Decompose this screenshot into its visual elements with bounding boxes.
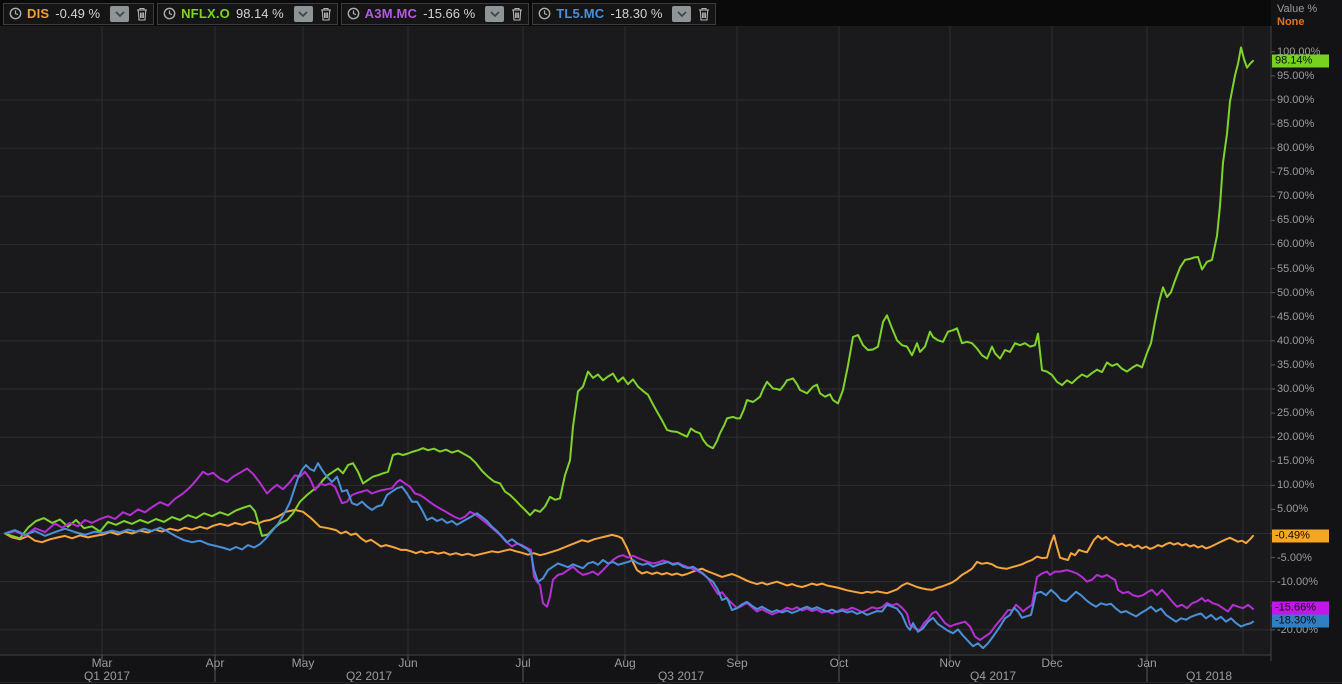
month-label: Nov xyxy=(939,656,961,670)
quarter-label: Q4 2017 xyxy=(969,669,1017,683)
last-value-badge-DIS: -0.49% xyxy=(1272,529,1329,543)
price-chart[interactable] xyxy=(0,0,1342,684)
y-tick-label: 15.00% xyxy=(1277,455,1315,468)
month-label: Jan xyxy=(1137,656,1157,670)
y-axis-title: Value % xyxy=(1277,3,1318,15)
y-tick-label: 40.00% xyxy=(1277,334,1315,347)
y-tick-label: 10.00% xyxy=(1277,479,1315,492)
y-tick-label: 65.00% xyxy=(1277,214,1315,227)
month-label: Sep xyxy=(726,656,748,670)
month-label: Aug xyxy=(614,656,636,670)
y-tick-label: 95.00% xyxy=(1277,69,1315,82)
quarter-label: Q3 2017 xyxy=(657,669,705,683)
month-label: Oct xyxy=(829,656,849,670)
y-tick-label: 75.00% xyxy=(1277,166,1315,179)
last-value-badge-NFLX.O: 98.14% xyxy=(1272,54,1329,68)
y-tick-label: 25.00% xyxy=(1277,407,1315,420)
last-value-badge-A3M.MC: -15.66% xyxy=(1272,601,1329,615)
quarter-label: Q1 2017 xyxy=(83,669,131,683)
y-tick-label: 80.00% xyxy=(1277,142,1315,155)
y-tick-label: -5.00% xyxy=(1277,551,1312,564)
y-tick-label: 30.00% xyxy=(1277,382,1315,395)
quarter-label: Q2 2017 xyxy=(345,669,393,683)
month-label: Jun xyxy=(398,656,418,670)
y-tick-label: 20.00% xyxy=(1277,431,1315,444)
y-tick-label: 5.00% xyxy=(1277,503,1309,516)
month-label: May xyxy=(291,656,315,670)
y-tick-label: 50.00% xyxy=(1277,286,1315,299)
last-value-badge-TL5.MC: -18.30% xyxy=(1272,614,1329,628)
month-label: Apr xyxy=(205,656,225,670)
month-label: Dec xyxy=(1041,656,1063,670)
y-tick-label: 90.00% xyxy=(1277,93,1315,106)
y-tick-label: 45.00% xyxy=(1277,310,1315,323)
month-label: Jul xyxy=(515,656,531,670)
quarter-label: Q1 2018 xyxy=(1185,669,1233,683)
y-tick-label: -10.00% xyxy=(1277,575,1318,588)
y-tick-label: 60.00% xyxy=(1277,238,1315,251)
series-line-TL5.MC[interactable] xyxy=(4,462,1254,650)
series-line-DIS[interactable] xyxy=(4,508,1254,595)
y-axis-subtitle[interactable]: None xyxy=(1277,16,1305,28)
month-label: Mar xyxy=(91,656,113,670)
y-tick-label: 70.00% xyxy=(1277,190,1315,203)
bottom-divider xyxy=(0,682,1342,683)
y-tick-label: 35.00% xyxy=(1277,358,1315,371)
y-tick-label: 85.00% xyxy=(1277,118,1315,131)
y-tick-label: 55.00% xyxy=(1277,262,1315,275)
chart-window: DIS -0.49 % NFLX.O 98.14 % A3M.MC -15.66… xyxy=(0,0,1342,684)
